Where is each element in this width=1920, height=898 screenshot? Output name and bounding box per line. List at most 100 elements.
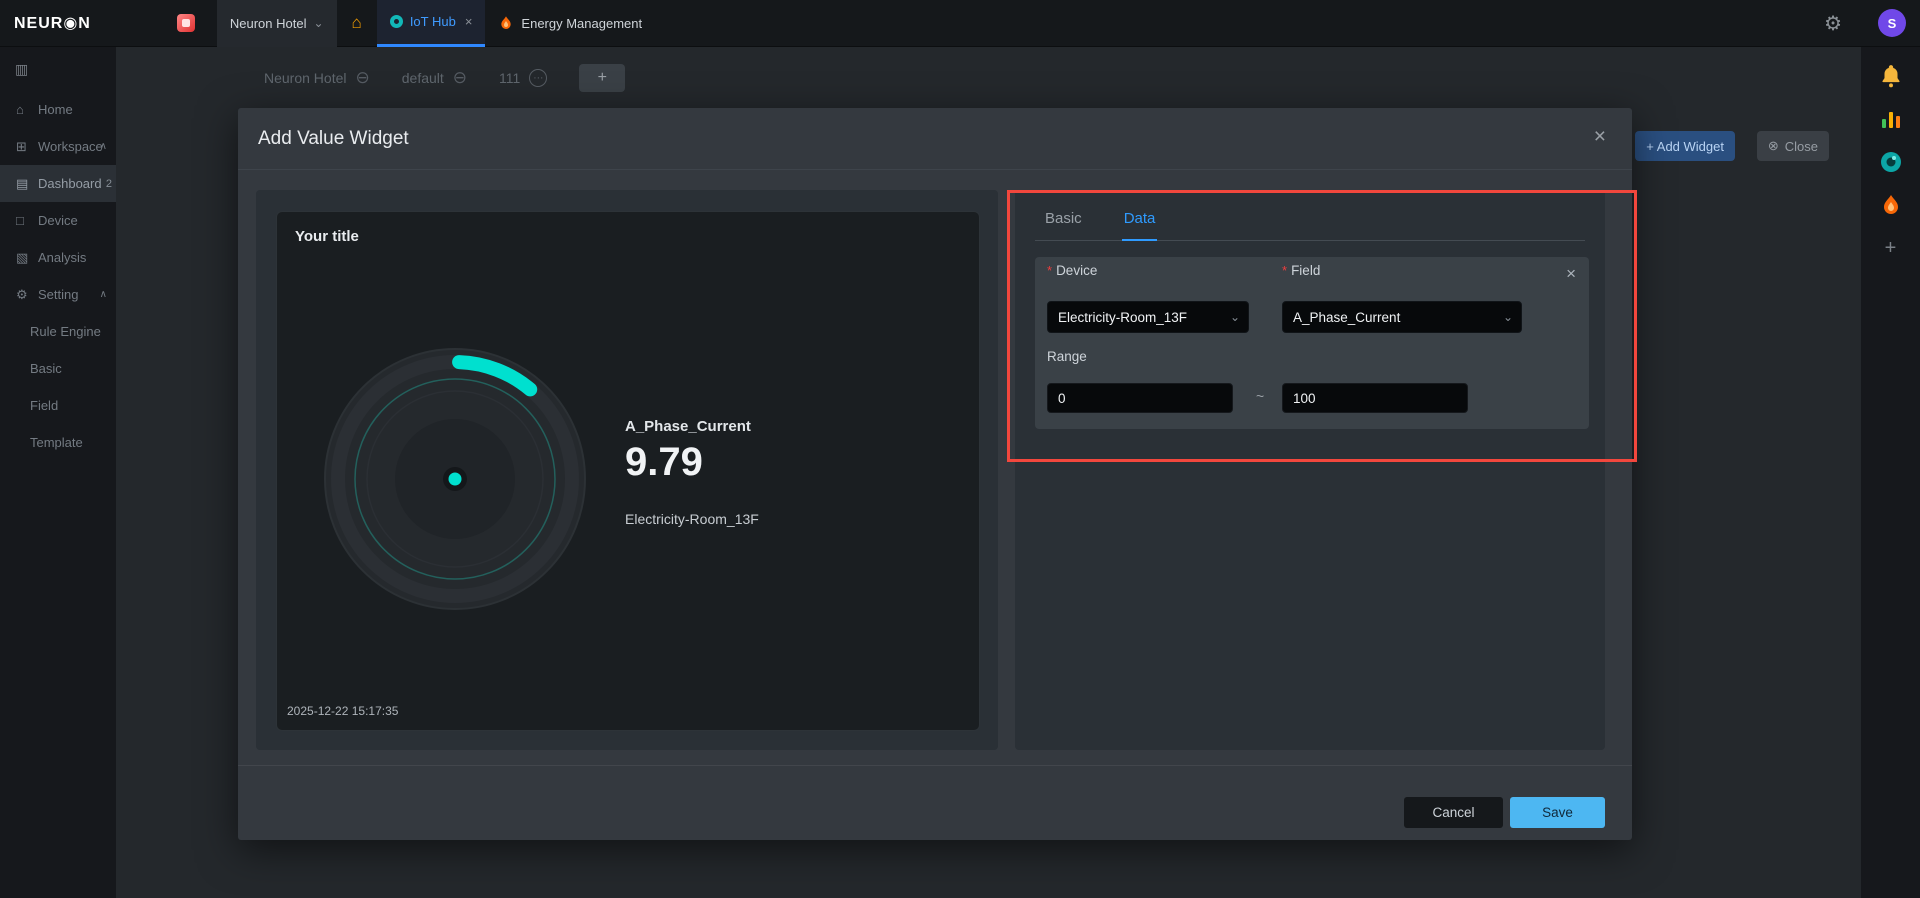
gauge-info: A_Phase_Current 9.79 Electricity-Room_13… [625,418,759,527]
modal-close-icon[interactable]: × [1594,126,1606,147]
right-app-rail: + [1861,47,1920,898]
device-select[interactable]: Electricity-Room_13F ⌄ [1047,301,1249,333]
device-name-text: Electricity-Room_13F [625,511,759,527]
sidebar-item-setting[interactable]: ⚙ Setting ∧ [0,276,116,313]
tab-iot-hub[interactable]: IoT Hub × [377,0,486,47]
neuron-logo: NEUR◉N [14,13,91,33]
sidebar-item-device[interactable]: □ Device [0,202,116,239]
sidebar-item-label: Dashboard [38,176,102,191]
tab-data[interactable]: Data [1122,204,1158,241]
iot-hub-app-icon[interactable] [1878,149,1904,175]
field-name-text: A_Phase_Current [625,418,759,435]
required-asterisk: * [1282,263,1287,278]
cancel-button[interactable]: Cancel [1404,797,1503,828]
home-icon: ⌂ [16,102,34,117]
field-select-value: A_Phase_Current [1293,310,1400,325]
left-sidebar: ▥ ⌂ Home ⊞ Workspace ∧ ▤ Dashboard 2 □ D… [0,47,116,898]
sidebar-item-label: Device [38,213,78,228]
sidebar-item-label: Setting [38,287,78,302]
sidebar-item-workspace[interactable]: ⊞ Workspace ∧ [0,128,116,165]
config-tabs: Basic Data [1035,204,1585,241]
sidebar-item-label: Field [30,398,58,413]
close-button-label: Close [1785,139,1818,154]
add-value-widget-modal: Add Value Widget × Your title [238,108,1632,840]
sidebar-item-template[interactable]: Template [0,424,116,461]
dashboard-tab-bar: Neuron Hotel ⊖ default ⊖ 111 ⋯ + [264,62,625,94]
device-label-text: Device [1056,263,1097,278]
collapse-icon: ▥ [15,61,28,78]
chevron-up-icon: ∧ [100,141,107,152]
more-options-icon[interactable]: ⋯ [529,69,547,87]
chevron-up-icon: ∧ [100,289,107,300]
add-app-icon[interactable]: + [1878,235,1904,261]
device-label: * Device [1047,263,1097,278]
circle-minus-icon[interactable]: ⊖ [356,68,370,88]
dashboard-badge: 2 [106,178,112,190]
sidebar-item-field[interactable]: Field [0,387,116,424]
required-asterisk: * [1047,263,1052,278]
apps-icon[interactable] [177,14,195,32]
dashboard-tab-label: 111 [499,70,520,86]
close-edit-button[interactable]: ⊗ Close [1757,131,1829,161]
dashboard-tab-neuron-hotel[interactable]: Neuron Hotel ⊖ [264,68,370,88]
home-icon: ⌂ [352,13,362,33]
modal-title: Add Value Widget [258,128,409,150]
workspace-icon: ⊞ [16,139,34,155]
tab-home[interactable]: ⌂ [337,0,377,47]
device-select-value: Electricity-Room_13F [1058,310,1187,325]
remove-field-button[interactable]: × [1566,265,1576,282]
preview-panel: Your title A_Phase_Current 9.79 Electric… [256,190,998,750]
close-tab-icon[interactable]: × [465,14,473,29]
sidebar-item-home[interactable]: ⌂ Home [0,91,116,128]
device-icon: □ [16,213,34,228]
dashboard-tab-111[interactable]: 111 ⋯ [499,69,547,87]
tab-basic[interactable]: Basic [1043,204,1084,240]
data-source-card: *Device *Field × Electricity-Room_13F ⌄ … [1035,257,1589,429]
dashboard-tab-label: default [402,70,444,86]
sidebar-item-label: Basic [30,361,62,376]
circle-minus-icon[interactable]: ⊖ [453,68,467,88]
range-label: Range [1047,349,1087,364]
top-bar: NEUR◉N Neuron Hotel ⌄ ⌂ IoT Hub × Energy… [0,0,1920,47]
widget-title: Your title [295,228,359,245]
iot-hub-icon [390,15,403,28]
save-button[interactable]: Save [1510,797,1605,828]
sidebar-item-rule-engine[interactable]: Rule Engine [0,313,116,350]
sidebar-item-analysis[interactable]: ▧ Analysis [0,239,116,276]
add-widget-button[interactable]: + Add Widget [1635,131,1735,161]
sidebar-item-basic[interactable]: Basic [0,350,116,387]
user-avatar[interactable]: S [1878,9,1906,37]
notifications-bell-icon[interactable] [1878,63,1904,89]
range-min-input[interactable] [1047,383,1233,413]
field-label-text: Field [1291,263,1320,278]
dashboard-tab-default[interactable]: default ⊖ [402,68,467,88]
add-dashboard-tab-button[interactable]: + [579,64,625,92]
sidebar-item-label: Analysis [38,250,86,265]
field-select[interactable]: A_Phase_Current ⌄ [1282,301,1522,333]
sidebar-item-label: Workspace [38,139,103,154]
chevron-down-icon: ⌄ [1503,310,1513,324]
modal-footer-divider [238,765,1632,766]
chevron-down-icon: ⌄ [313,16,323,30]
energy-flame-icon[interactable] [1878,192,1904,218]
setting-gear-icon: ⚙ [16,287,34,303]
timestamp: 2025-12-22 15:17:35 [287,704,398,718]
range-max-input[interactable] [1282,383,1468,413]
dashboard-tab-label: Neuron Hotel [264,70,347,86]
sidebar-collapse-button[interactable]: ▥ [0,47,116,91]
flame-icon [498,14,514,32]
sidebar-item-label: Template [30,435,83,450]
gauge-value: 9.79 [625,440,759,485]
sidebar-item-label: Home [38,102,73,117]
analysis-icon: ▧ [16,250,34,266]
workspace-tab-label: Neuron Hotel [230,16,307,31]
settings-gear-icon[interactable]: ⚙ [1824,11,1842,36]
chevron-down-icon: ⌄ [1230,310,1240,324]
tab-workspace-selector[interactable]: Neuron Hotel ⌄ [217,0,337,47]
main-content: Neuron Hotel ⊖ default ⊖ 111 ⋯ + + Add W… [116,47,1861,898]
analytics-app-icon[interactable] [1878,106,1904,132]
sidebar-item-dashboard[interactable]: ▤ Dashboard 2 [0,165,116,202]
config-panel: Basic Data * Device * Field × Electricity-… [1015,190,1605,750]
tab-energy-management[interactable]: Energy Management [485,0,655,47]
gauge-chart [305,329,605,629]
